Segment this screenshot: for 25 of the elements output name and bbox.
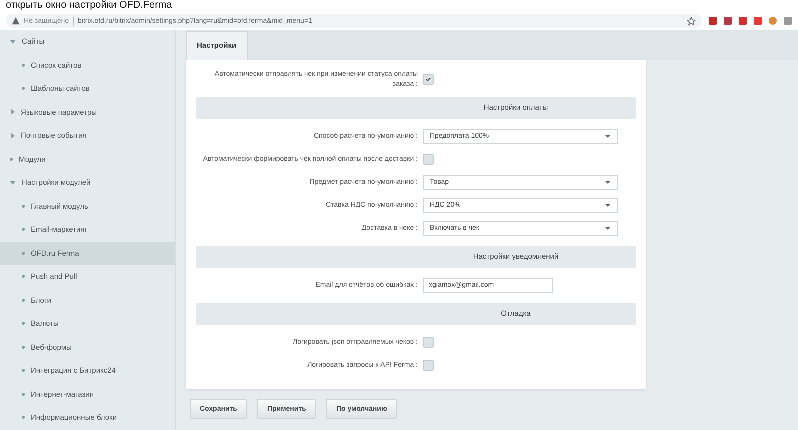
bullet-icon (22, 64, 25, 67)
bullet-icon (22, 275, 25, 278)
checkbox[interactable] (423, 337, 434, 348)
bullet-icon (22, 252, 25, 255)
warning-icon (12, 17, 20, 25)
bullet-icon (22, 204, 25, 208)
bullet-icon (10, 158, 13, 161)
bullet-icon (22, 87, 25, 90)
bullet-icon (22, 298, 25, 302)
bullet-icon (22, 346, 25, 349)
bullet-icon (22, 228, 25, 232)
caret-icon (605, 204, 611, 207)
caption-text: открыть окно настройки OFD.Ferma (5, 0, 174, 12)
caret-icon (605, 135, 611, 138)
bullet-icon (22, 369, 25, 372)
caret-icon (605, 181, 611, 184)
star-icon[interactable] (687, 16, 696, 26)
checkmark-icon (425, 76, 432, 83)
bullet-icon (22, 392, 25, 396)
checkbox[interactable] (423, 360, 434, 371)
checkbox[interactable] (423, 74, 434, 85)
checkbox[interactable] (423, 154, 434, 165)
bullet-icon (22, 416, 25, 420)
bullet-icon (22, 322, 25, 326)
caret-icon (605, 227, 611, 230)
